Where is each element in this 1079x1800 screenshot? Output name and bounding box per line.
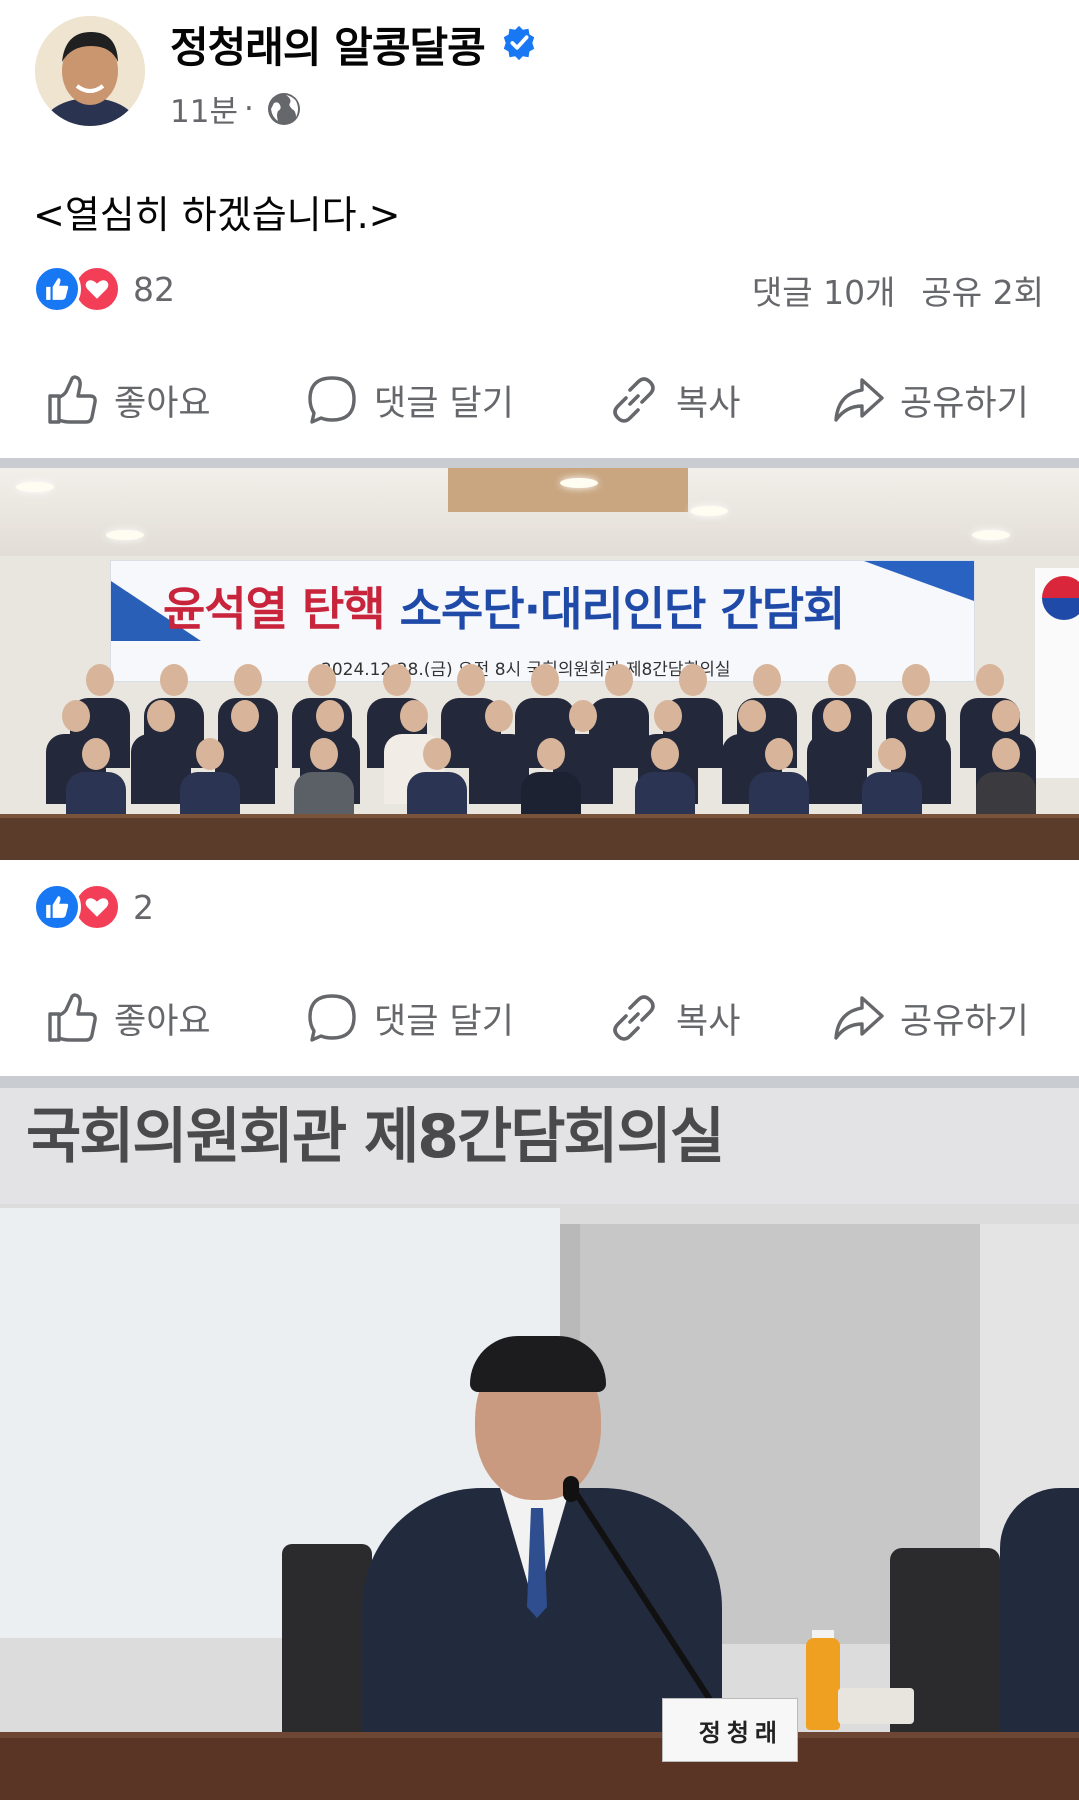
copy-button-label: 복사 (676, 1001, 741, 1042)
ceiling-lamp (972, 530, 1010, 540)
ceiling-lamp (560, 478, 598, 488)
chair (282, 1544, 372, 1744)
group-photo[interactable]: 윤석열 탄핵 소추단·대리인단 간담회 2024.12.28.(금) 오전 8시… (0, 468, 1079, 860)
ceiling-lamp (106, 530, 144, 540)
banner-title-red: 윤석열 탄핵 (163, 582, 386, 636)
link-icon (613, 377, 655, 423)
like-button-label: 좋아요 (114, 383, 211, 424)
meta-separator: · (243, 90, 254, 127)
author-name[interactable]: 정청래의 알콩달콩 (170, 14, 486, 75)
comment-button[interactable]: 댓글 달기 (304, 360, 514, 440)
post-meta: 11분 · (170, 86, 302, 131)
share-button[interactable]: 공유하기 (830, 978, 1029, 1058)
photo-action-bar: 좋아요 댓글 달기 복사 공유하기 (0, 978, 1079, 1058)
reaction-count: 82 (133, 269, 175, 309)
link-icon (613, 995, 655, 1041)
share-button[interactable]: 공유하기 (830, 360, 1029, 440)
comment-button-label: 댓글 달기 (374, 1001, 514, 1042)
chair (890, 1548, 1000, 1758)
juice-bottle (806, 1638, 840, 1730)
ceiling-lamp (16, 482, 54, 492)
like-button-label: 좋아요 (114, 1001, 211, 1042)
post-stats: 댓글 10개 공유 2회 (752, 266, 1044, 314)
lunch-box (838, 1688, 914, 1724)
room-sign-text: 국회의원회관 제8간담회의실 (26, 1102, 725, 1172)
reaction-count: 2 (133, 887, 154, 927)
thumbs-up-icon (48, 375, 97, 424)
like-reaction-icon (33, 265, 81, 313)
share-button-label: 공유하기 (900, 383, 1029, 424)
globe-icon (267, 92, 300, 125)
verified-badge-icon (503, 25, 535, 61)
like-button[interactable]: 좋아요 (44, 360, 211, 440)
comment-button-label: 댓글 달기 (374, 383, 514, 424)
banner-title: 윤석열 탄핵 소추단·대리인단 간담회 (163, 573, 846, 639)
nameplate-text: 정청래 (698, 1718, 783, 1747)
conference-table (0, 818, 1079, 860)
section-divider (0, 458, 1079, 468)
post-header: 정청래의 알콩달콩 11분 · (0, 0, 1079, 140)
speaker-photo[interactable]: 국회의원회관 제8간담회의실 정청래 (0, 1088, 1079, 1800)
speaker-hair (470, 1336, 606, 1392)
thumbs-up-icon (48, 993, 97, 1042)
author-avatar[interactable] (35, 16, 145, 126)
like-reaction-icon (33, 883, 81, 931)
post-action-bar: 좋아요 댓글 달기 복사 공유하기 (0, 360, 1079, 440)
comment-button[interactable]: 댓글 달기 (304, 978, 514, 1058)
ceiling-panel (448, 468, 688, 512)
post-caption: <열심히 하겠습니다.> (33, 193, 401, 237)
comment-bubble-icon (308, 376, 356, 424)
ceiling-lamp (690, 506, 728, 516)
photo-reactions[interactable]: 2 (33, 882, 154, 932)
copy-button-label: 복사 (676, 383, 741, 424)
share-button-label: 공유하기 (900, 1001, 1029, 1042)
desk (0, 1738, 1079, 1800)
copy-link-button[interactable]: 복사 (606, 360, 740, 440)
copy-link-button[interactable]: 복사 (606, 978, 740, 1058)
banner-stripe (864, 561, 974, 601)
section-divider (0, 1076, 1079, 1088)
banner-title-blue: 소추단·대리인단 간담회 (399, 582, 846, 636)
microphone (563, 1476, 579, 1502)
like-button[interactable]: 좋아요 (44, 978, 211, 1058)
comment-count-link[interactable]: 댓글 10개 (752, 266, 896, 314)
share-arrow-icon (834, 996, 884, 1040)
share-count-link[interactable]: 공유 2회 (921, 266, 1044, 314)
share-arrow-icon (834, 378, 884, 422)
post-reactions[interactable]: 82 (33, 264, 175, 314)
post-time[interactable]: 11분 (170, 86, 238, 131)
comment-bubble-icon (308, 994, 356, 1042)
nameplate: 정청래 (662, 1698, 798, 1762)
flag-emblem (1042, 576, 1079, 620)
